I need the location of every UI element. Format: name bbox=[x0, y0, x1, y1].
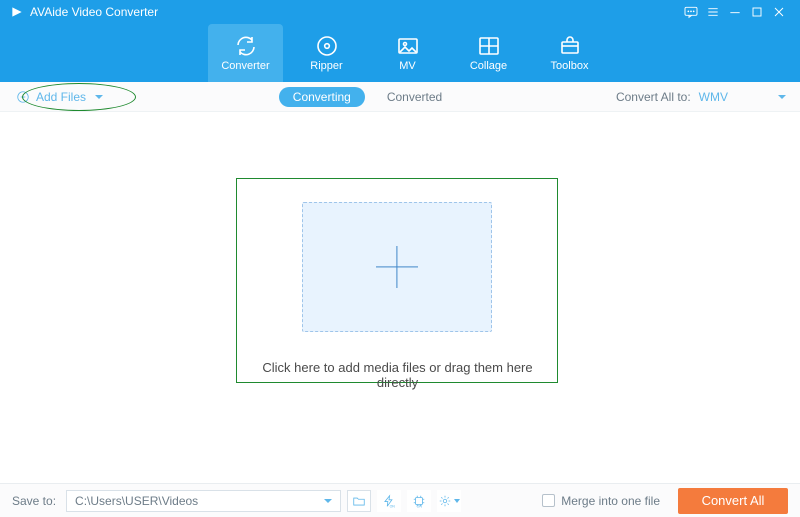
bottom-bar: Save to: C:\Users\USER\Videos ON ON Merg… bbox=[0, 483, 800, 517]
converting-label: Converting bbox=[293, 90, 351, 104]
save-to-path-value: C:\Users\USER\Videos bbox=[75, 494, 198, 508]
chevron-down-icon bbox=[95, 95, 103, 99]
tab-ripper[interactable]: Ripper bbox=[289, 24, 364, 82]
tab-converter[interactable]: Converter bbox=[208, 24, 283, 82]
add-files-label: Add Files bbox=[36, 90, 86, 104]
svg-text:ON: ON bbox=[417, 504, 423, 508]
tab-toolbox-label: Toolbox bbox=[551, 60, 589, 72]
sub-toolbar: Add Files Converting Converted Convert A… bbox=[0, 82, 800, 112]
tab-mv-label: MV bbox=[399, 60, 416, 72]
app-logo-icon bbox=[10, 5, 24, 19]
convert-all-to-label: Convert All to: bbox=[616, 90, 691, 104]
feedback-icon[interactable] bbox=[680, 1, 702, 23]
convert-all-to-dropdown[interactable]: WMV bbox=[699, 90, 786, 104]
converting-pill[interactable]: Converting bbox=[279, 87, 365, 107]
tab-converter-label: Converter bbox=[221, 60, 269, 72]
chip-icon: ON bbox=[412, 494, 426, 508]
tab-ripper-label: Ripper bbox=[310, 60, 342, 72]
drop-instruction: Click here to add media files or drag th… bbox=[240, 360, 555, 390]
tab-collage[interactable]: Collage bbox=[451, 24, 526, 82]
plus-icon bbox=[376, 246, 418, 288]
chevron-down-icon bbox=[778, 95, 786, 99]
add-files-button[interactable]: Add Files bbox=[14, 87, 119, 107]
tab-mv[interactable]: MV bbox=[370, 24, 445, 82]
minimize-icon[interactable] bbox=[724, 1, 746, 23]
convert-all-to: Convert All to: WMV bbox=[616, 90, 786, 104]
mv-icon bbox=[396, 34, 420, 58]
merge-checkbox[interactable]: Merge into one file bbox=[542, 494, 660, 508]
high-speed-button[interactable]: ON bbox=[407, 490, 431, 512]
converter-icon bbox=[234, 34, 258, 58]
open-folder-button[interactable] bbox=[347, 490, 371, 512]
bolt-icon: ON bbox=[382, 494, 396, 508]
menu-icon[interactable] bbox=[702, 1, 724, 23]
drop-zone[interactable] bbox=[302, 202, 492, 332]
converted-pill[interactable]: Converted bbox=[373, 87, 456, 107]
collage-icon bbox=[477, 34, 501, 58]
app-title: AVAide Video Converter bbox=[30, 5, 158, 19]
tab-toolbox[interactable]: Toolbox bbox=[532, 24, 607, 82]
main-area: Click here to add media files or drag th… bbox=[0, 112, 800, 483]
convert-all-button[interactable]: Convert All bbox=[678, 488, 788, 514]
hardware-accel-button[interactable]: ON bbox=[377, 490, 401, 512]
convert-all-label: Convert All bbox=[702, 493, 765, 508]
chevron-down-icon bbox=[324, 499, 332, 503]
app-logo: AVAide Video Converter bbox=[10, 5, 158, 19]
toolbox-icon bbox=[558, 34, 582, 58]
save-to-label: Save to: bbox=[12, 494, 56, 508]
close-icon[interactable] bbox=[768, 1, 790, 23]
main-tabs: Converter Ripper MV Collage Toolbox bbox=[0, 24, 800, 82]
maximize-icon[interactable] bbox=[746, 1, 768, 23]
settings-button[interactable] bbox=[437, 490, 461, 512]
converted-label: Converted bbox=[387, 90, 442, 104]
chevron-down-icon bbox=[454, 499, 460, 503]
ripper-icon bbox=[315, 34, 339, 58]
merge-label: Merge into one file bbox=[561, 494, 660, 508]
folder-icon bbox=[352, 494, 366, 508]
titlebar: AVAide Video Converter bbox=[0, 0, 800, 24]
tab-collage-label: Collage bbox=[470, 60, 507, 72]
save-to-path-dropdown[interactable]: C:\Users\USER\Videos bbox=[66, 490, 341, 512]
gear-icon bbox=[438, 494, 452, 508]
checkbox-icon bbox=[542, 494, 555, 507]
svg-text:ON: ON bbox=[390, 504, 396, 508]
convert-all-to-value: WMV bbox=[699, 90, 728, 104]
plus-circle-icon bbox=[16, 90, 30, 104]
